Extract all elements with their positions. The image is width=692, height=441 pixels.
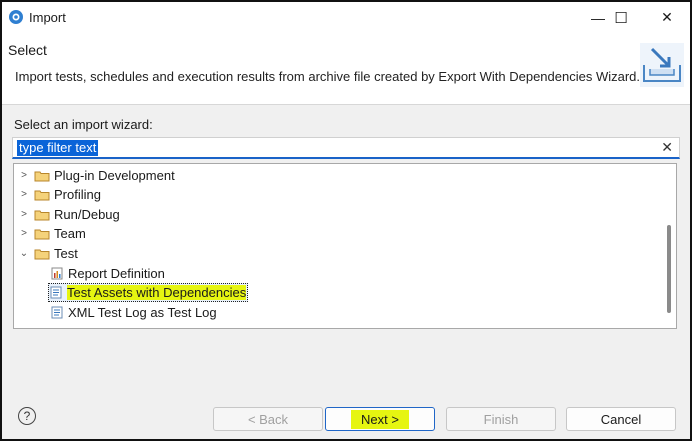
- wizard-tree[interactable]: > Plug-in Development > Profiling > Run/…: [13, 163, 677, 329]
- tree-item-run-debug[interactable]: > Run/Debug: [18, 205, 120, 224]
- chevron-down-icon[interactable]: ⌄: [18, 248, 30, 259]
- file-icon: [50, 286, 62, 299]
- tree-item-report-definition[interactable]: Report Definition: [51, 264, 165, 283]
- window-title: Import: [29, 10, 66, 25]
- selection-outline[interactable]: Test Assets with Dependencies: [48, 283, 249, 302]
- tree-item-team[interactable]: > Team: [18, 224, 86, 243]
- tree-item-plugin-development[interactable]: > Plug-in Development: [18, 166, 175, 185]
- finish-button[interactable]: Finish: [446, 407, 556, 431]
- tree-item-xml-test-log[interactable]: XML Test Log as Test Log: [51, 303, 217, 322]
- next-button-label: Next >: [351, 409, 409, 429]
- page-description: Import tests, schedules and execution re…: [15, 69, 641, 84]
- tree-item-label: Test: [54, 246, 78, 261]
- open-folder-icon: [34, 249, 50, 259]
- help-icon[interactable]: ?: [18, 407, 36, 425]
- import-dialog: Import — ☐ ✕ Select Import tests, schedu…: [0, 0, 692, 441]
- report-icon: [51, 267, 63, 280]
- tree-item-test-assets-with-dependencies[interactable]: Test Assets with Dependencies: [48, 283, 249, 302]
- clear-filter-icon[interactable]: ✕: [661, 139, 673, 156]
- tree-item-label: Test Assets with Dependencies: [67, 285, 247, 300]
- tree-item-profiling[interactable]: > Profiling: [18, 185, 101, 204]
- cancel-button[interactable]: Cancel: [566, 407, 676, 431]
- maximize-button[interactable]: ☐: [598, 2, 644, 33]
- folder-icon: [34, 229, 50, 239]
- import-banner-icon: [640, 43, 684, 87]
- tree-item-label: Report Definition: [68, 266, 165, 281]
- tree-item-test[interactable]: ⌄ Test: [18, 244, 78, 263]
- tree-item-label: Profiling: [54, 187, 101, 202]
- folder-icon: [34, 210, 50, 220]
- folder-icon: [34, 190, 50, 200]
- chevron-right-icon[interactable]: >: [18, 209, 30, 220]
- filter-input[interactable]: type filter text ✕: [12, 137, 680, 159]
- folder-icon: [34, 171, 50, 181]
- app-icon: [9, 10, 23, 24]
- tree-item-label: Run/Debug: [54, 207, 120, 222]
- page-title: Select: [8, 42, 47, 58]
- title-bar: Import — ☐ ✕: [2, 2, 690, 33]
- back-button[interactable]: < Back: [213, 407, 323, 431]
- wizard-header: Select Import tests, schedules and execu…: [2, 33, 690, 105]
- tree-scrollbar[interactable]: [667, 225, 671, 313]
- tree-item-label: Team: [54, 226, 86, 241]
- chevron-right-icon[interactable]: >: [18, 189, 30, 200]
- close-button[interactable]: ✕: [644, 2, 690, 33]
- import-wizard-label: Select an import wizard:: [14, 117, 153, 132]
- tree-item-label: Plug-in Development: [54, 168, 175, 183]
- tree-item-label: XML Test Log as Test Log: [68, 305, 217, 320]
- chevron-right-icon[interactable]: >: [18, 228, 30, 239]
- file-icon: [51, 306, 63, 319]
- next-button[interactable]: Next >: [325, 407, 435, 431]
- chevron-right-icon[interactable]: >: [18, 170, 30, 181]
- filter-text[interactable]: type filter text: [17, 140, 99, 156]
